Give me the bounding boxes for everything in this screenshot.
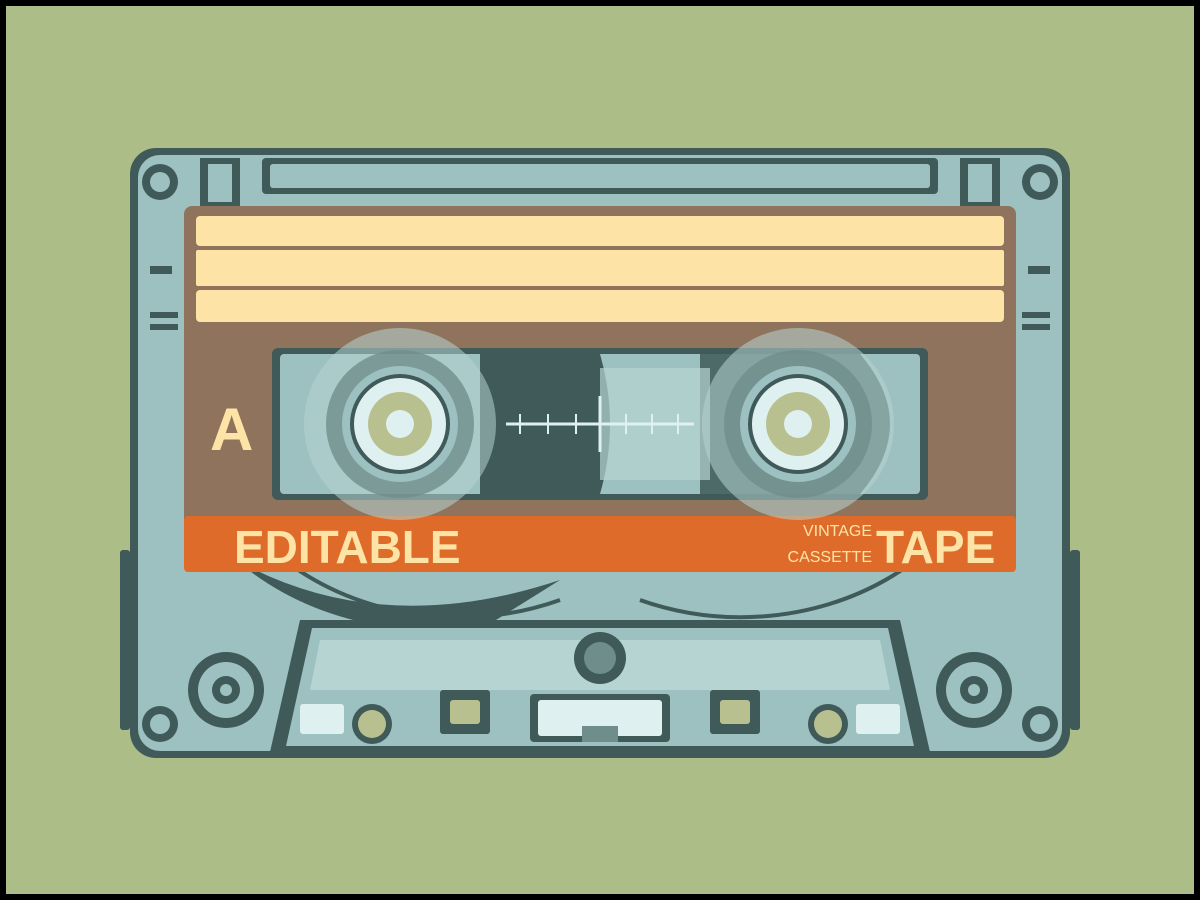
cassette-illustration: A EDITABLE VINTAGE CASSETTE TAPE xyxy=(120,148,1080,758)
product-text: TAPE xyxy=(876,521,995,573)
subtitle-line1: VINTAGE xyxy=(803,523,872,540)
subtitle-line2: CASSETTE xyxy=(788,549,872,566)
side-letter: A xyxy=(210,396,253,463)
brand-text: EDITABLE xyxy=(234,521,461,573)
tape-window xyxy=(272,328,928,520)
